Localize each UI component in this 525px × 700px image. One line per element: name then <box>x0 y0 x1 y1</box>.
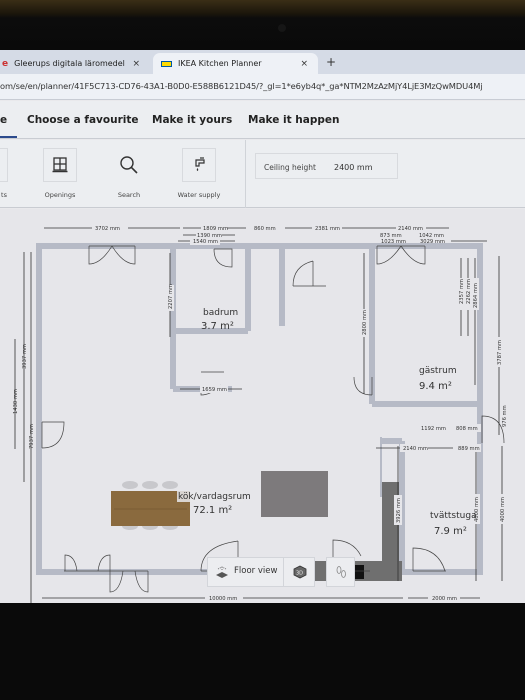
step-tab-make-it-yours[interactable]: Make it yours <box>152 114 232 126</box>
step-tab-make-it-happen[interactable]: Make it happen <box>248 114 339 126</box>
rooms-tool-button[interactable] <box>0 148 8 182</box>
planner-toolbar: ts Openings Search Water supply Ceiling … <box>0 140 525 208</box>
dim-label: 2864 mm <box>473 283 479 308</box>
dim-label: 1192 mm <box>421 426 446 432</box>
tab-label: IKEA Kitchen Planner <box>178 59 262 68</box>
door-tvatt <box>412 547 446 572</box>
floor-plan-drawing: 3702 mm 1809 mm 1390 mm 1540 mm 860 mm 2… <box>13 224 508 605</box>
room-name-badrum: badrum <box>203 308 238 318</box>
dim-label: 2357 mm <box>459 279 465 304</box>
dim-label: 2140 mm <box>398 226 423 232</box>
dim-label: 976 mm <box>502 405 508 427</box>
dim-label: 10000 mm <box>209 596 237 602</box>
dim-label: 1430 mm <box>13 389 19 414</box>
webcam <box>278 24 286 32</box>
close-tab-icon[interactable]: × <box>132 59 140 69</box>
dim-label: 3937 mm <box>22 344 28 369</box>
dim-label: 860 mm <box>254 226 276 232</box>
water-supply-tool-label: Water supply <box>177 191 221 199</box>
door-tvatt-exterior <box>481 415 505 444</box>
monitor-bezel-top <box>0 0 525 50</box>
door-top-hall <box>292 260 326 287</box>
search-icon <box>120 156 138 174</box>
dim-label: 808 mm <box>456 426 478 432</box>
chair <box>162 481 178 489</box>
door-badrum <box>213 248 233 268</box>
close-tab-icon[interactable]: × <box>300 59 308 69</box>
dim-label: 3029 mm <box>420 239 445 245</box>
dim-label: 4000 mm <box>500 497 506 522</box>
footprints-icon <box>336 566 346 578</box>
search-tool-button[interactable] <box>112 148 146 182</box>
browser-window: e Gleerups digitala läromedel × IKEA Kit… <box>0 50 525 605</box>
address-bar[interactable]: om/se/en/planner/41F5C713-CD76-43A1-B0D0… <box>0 74 525 100</box>
new-tab-button[interactable]: + <box>326 55 336 69</box>
room-name-kok-vardagsrum: kök/vardagsrum <box>178 492 251 502</box>
tab-gleerups[interactable]: e Gleerups digitala läromedel × <box>0 53 150 74</box>
step-tab-current[interactable]: e <box>0 114 7 126</box>
tab-ikea-kitchen-planner[interactable]: IKEA Kitchen Planner × <box>153 53 318 74</box>
door-left <box>41 421 65 449</box>
monitor-bezel-bottom <box>0 603 525 700</box>
step-tab-choose-a-favourite[interactable]: Choose a favourite <box>27 114 138 126</box>
room-name-tvattstuga: tvättstuga <box>430 511 477 521</box>
search-tool-label: Search <box>117 191 141 199</box>
gleerups-favicon: e <box>2 58 9 69</box>
chair <box>142 481 158 489</box>
floor-view-icon <box>216 566 228 578</box>
dim-label: 1023 mm <box>381 239 406 245</box>
window-icon <box>52 157 68 173</box>
room-area-tvattstuga: 7.9 m² <box>434 526 467 537</box>
doors <box>41 245 505 593</box>
dim-label: 2000 mm <box>432 596 457 602</box>
ceiling-height-label: Ceiling height <box>264 163 316 172</box>
tab-label: Gleerups digitala läromedel <box>14 59 125 68</box>
dim-label: 1540 mm <box>193 239 218 245</box>
planner-steps-nav: e Choose a favourite Make it yours Make … <box>0 101 525 139</box>
toolbar-divider <box>245 140 246 208</box>
svg-text:3D: 3D <box>296 571 303 577</box>
3d-view-icon: 3D <box>293 565 306 579</box>
dim-label: 2262 mm <box>466 279 472 304</box>
dim-label: 889 mm <box>458 446 480 452</box>
ceiling-height-value[interactable]: 2400 mm <box>334 163 373 172</box>
dim-label: 2140 mm <box>403 446 428 452</box>
dimension-labels: 3702 mm 1809 mm 1390 mm 1540 mm 860 mm 2… <box>13 224 508 602</box>
floor-plan-canvas[interactable]: 3702 mm 1809 mm 1390 mm 1540 mm 860 mm 2… <box>0 209 525 605</box>
double-door-bottom-left <box>64 554 111 572</box>
room-name-gastrum: gästrum <box>419 366 457 376</box>
room-area-gastrum: 9.4 m² <box>419 381 452 392</box>
openings-tool-button[interactable] <box>43 148 77 182</box>
water-supply-tool-button[interactable] <box>182 148 216 182</box>
outer-wall <box>36 243 483 575</box>
dimension-lines <box>14 227 503 605</box>
room-area-badrum: 3.7 m² <box>201 321 234 332</box>
kitchen-island <box>261 471 328 517</box>
3d-view-button[interactable]: 3D <box>284 557 315 587</box>
floor-view-label: Floor view <box>234 566 278 576</box>
dim-label: 2800 mm <box>362 310 368 335</box>
dim-label: 3787 mm <box>497 340 503 365</box>
dim-label: 2207 mm <box>168 284 174 309</box>
faucet-icon <box>195 157 205 171</box>
tab-bar: e Gleerups digitala läromedel × IKEA Kit… <box>0 50 525 74</box>
walls <box>36 243 483 575</box>
active-step-indicator <box>0 136 17 138</box>
dim-label: 3926 mm <box>396 498 402 523</box>
rooms-tool-label: ts <box>1 191 7 199</box>
dim-label: 3702 mm <box>95 226 120 232</box>
dim-label: 1659 mm <box>202 387 227 393</box>
chair <box>122 481 138 489</box>
wall-partition <box>380 437 382 497</box>
room-area-kok-vardagsrum: 72.1 m² <box>193 505 232 516</box>
walk-mode-button[interactable] <box>326 557 355 587</box>
dim-label: 2381 mm <box>315 226 340 232</box>
ikea-favicon <box>161 60 172 67</box>
openings-tool-label: Openings <box>44 191 76 199</box>
url-text[interactable]: om/se/en/planner/41F5C713-CD76-43A1-B0D0… <box>0 81 483 91</box>
dim-label: 7937 mm <box>29 424 35 449</box>
